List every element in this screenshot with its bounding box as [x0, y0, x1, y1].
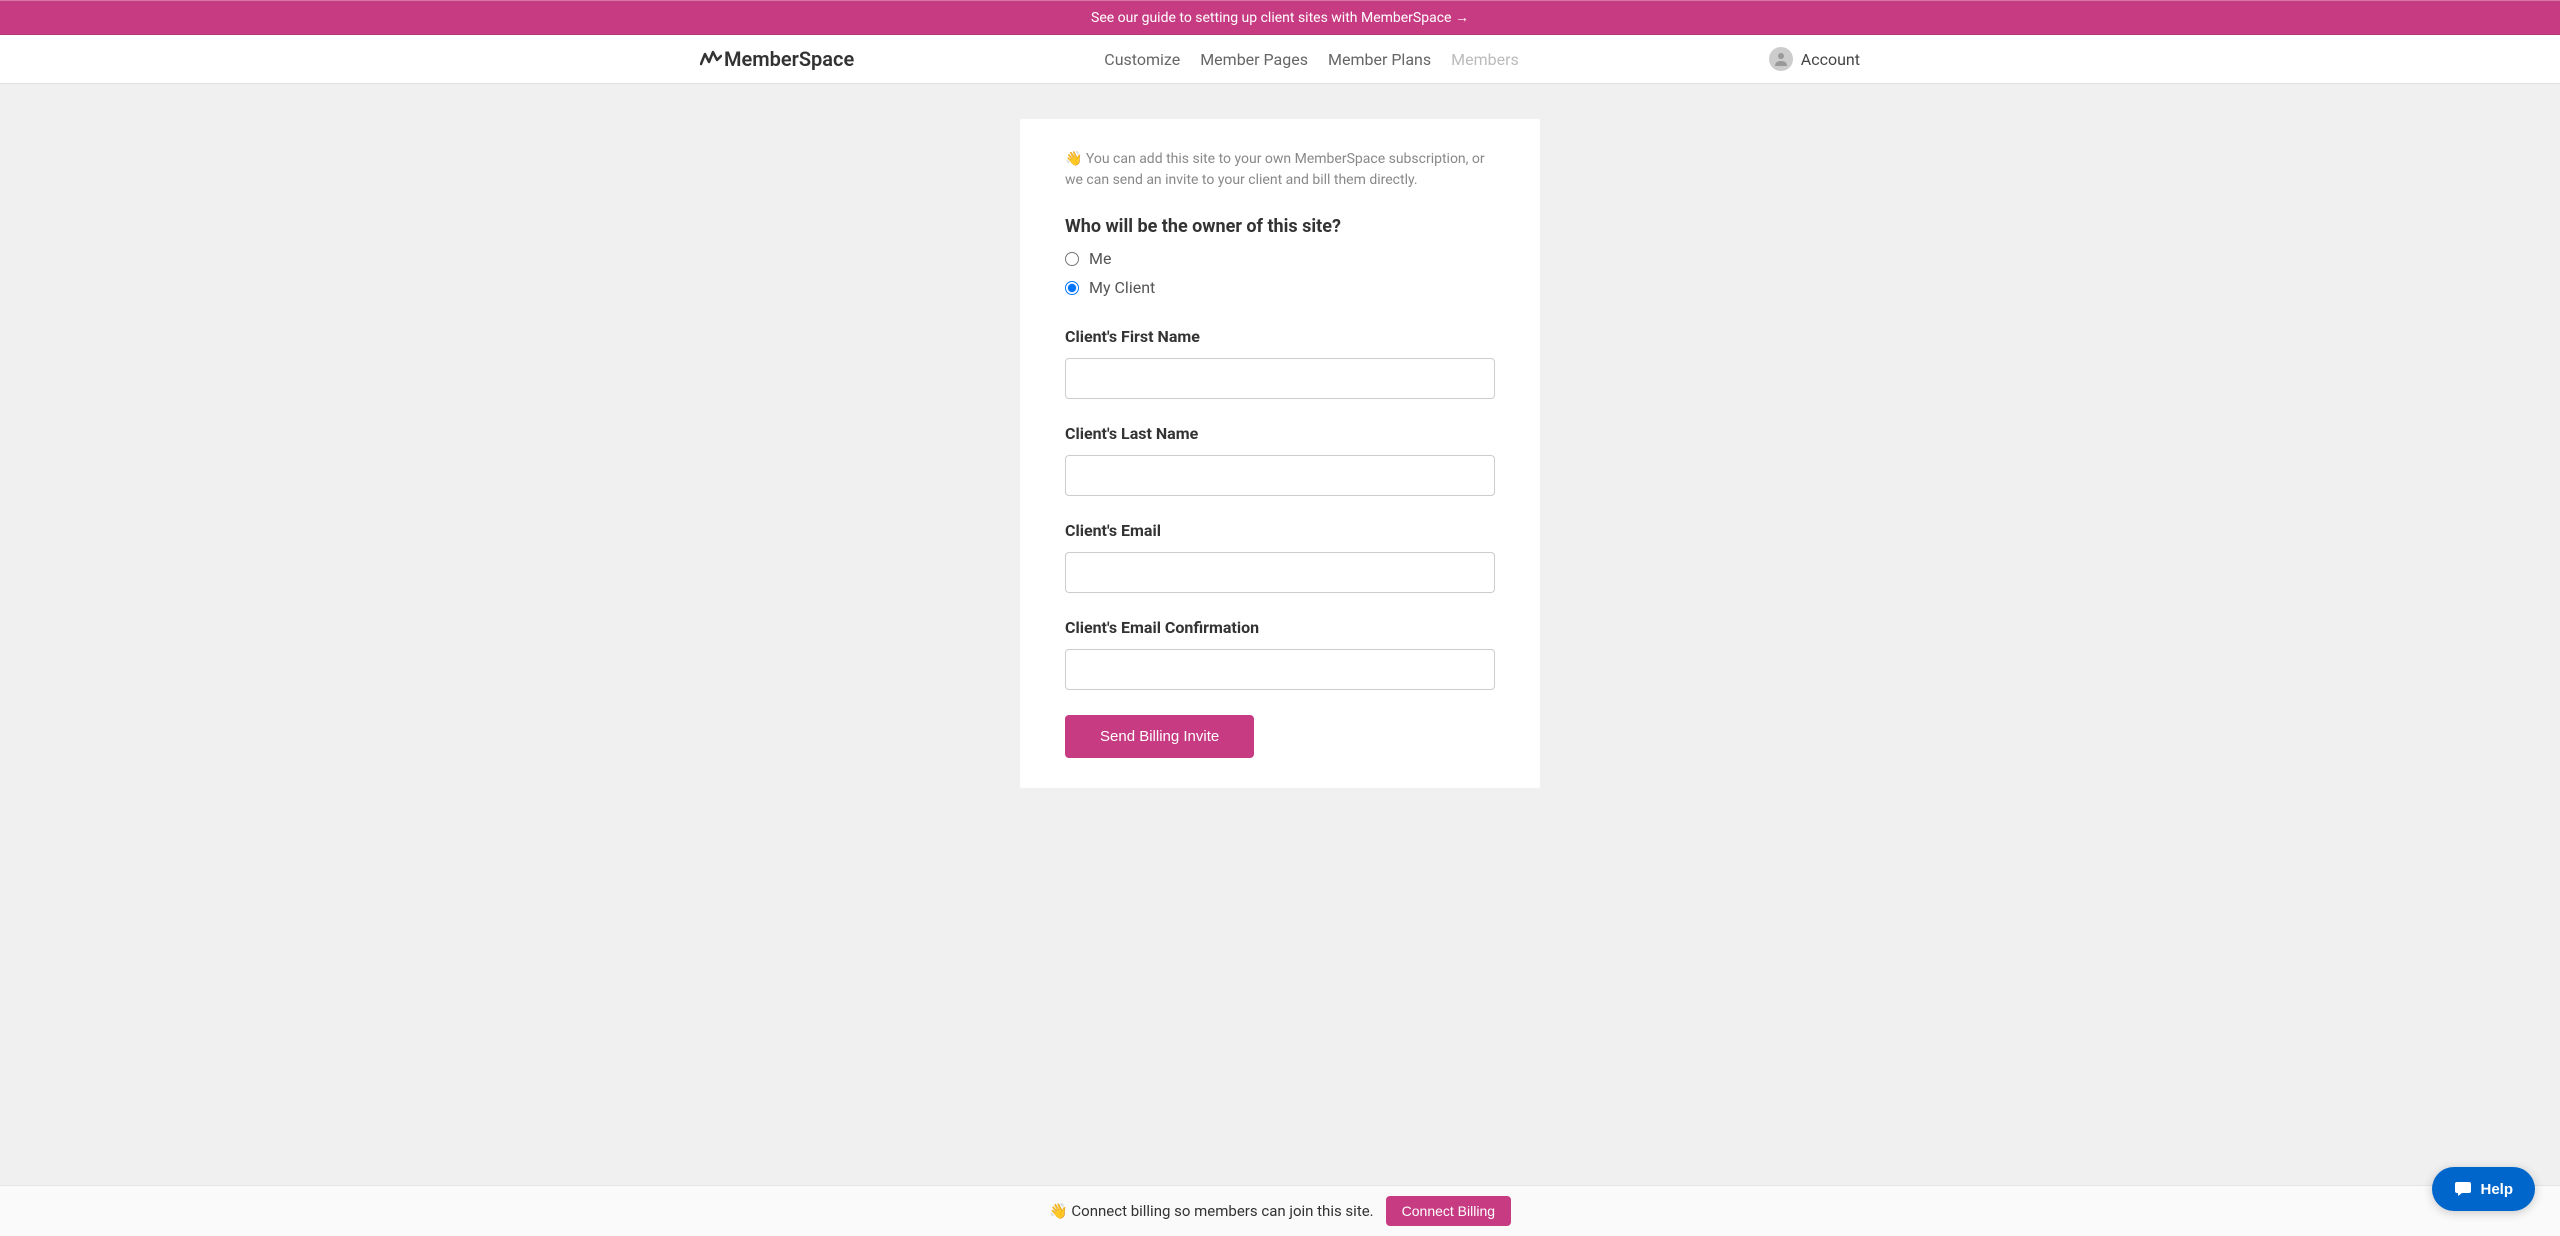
bottom-bar-text: 👋 Connect billing so members can join th… — [1049, 1202, 1374, 1220]
first-name-label: Client's First Name — [1065, 327, 1495, 346]
help-button[interactable]: Help — [2432, 1167, 2535, 1211]
form-card: 👋 You can add this site to your own Memb… — [1020, 119, 1540, 788]
nav-members[interactable]: Members — [1451, 50, 1519, 69]
banner-text: See our guide to setting up client sites… — [1091, 10, 1469, 26]
email-confirm-group: Client's Email Confirmation — [1065, 618, 1495, 690]
nav-member-pages[interactable]: Member Pages — [1200, 50, 1308, 69]
first-name-input[interactable] — [1065, 358, 1495, 399]
chat-icon — [2454, 1180, 2472, 1198]
intro-message: You can add this site to your own Member… — [1065, 151, 1485, 188]
last-name-group: Client's Last Name — [1065, 424, 1495, 496]
radio-option-me[interactable]: Me — [1065, 249, 1495, 268]
first-name-group: Client's First Name — [1065, 327, 1495, 399]
main-content: 👋 You can add this site to your own Memb… — [0, 84, 2560, 868]
send-invite-button[interactable]: Send Billing Invite — [1065, 715, 1254, 758]
last-name-label: Client's Last Name — [1065, 424, 1495, 443]
email-confirm-input[interactable] — [1065, 649, 1495, 690]
radio-me-label[interactable]: Me — [1089, 249, 1111, 268]
header: MemberSpace Customize Member Pages Membe… — [0, 35, 2560, 84]
radio-client-label[interactable]: My Client — [1089, 278, 1155, 297]
connect-billing-button[interactable]: Connect Billing — [1386, 1196, 1511, 1226]
radio-option-client[interactable]: My Client — [1065, 278, 1495, 297]
bottom-emoji: 👋 — [1049, 1202, 1068, 1220]
guide-banner[interactable]: See our guide to setting up client sites… — [0, 0, 2560, 35]
account-label: Account — [1801, 50, 1860, 69]
bottom-bar: 👋 Connect billing so members can join th… — [0, 1185, 2560, 1236]
email-confirm-label: Client's Email Confirmation — [1065, 618, 1495, 637]
intro-text: 👋 You can add this site to your own Memb… — [1065, 149, 1495, 191]
logo[interactable]: MemberSpace — [700, 47, 854, 71]
owner-question: Who will be the owner of this site? — [1065, 216, 1495, 237]
email-label: Client's Email — [1065, 521, 1495, 540]
help-label: Help — [2480, 1181, 2513, 1198]
wave-emoji: 👋 — [1065, 151, 1082, 167]
radio-me-input[interactable] — [1065, 252, 1079, 266]
bottom-message: Connect billing so members can join this… — [1068, 1202, 1374, 1220]
email-group: Client's Email — [1065, 521, 1495, 593]
logo-text: MemberSpace — [724, 47, 854, 71]
owner-radio-group: Me My Client — [1065, 249, 1495, 297]
nav-links: Customize Member Pages Member Plans Memb… — [1104, 50, 1518, 69]
last-name-input[interactable] — [1065, 455, 1495, 496]
account-menu[interactable]: Account — [1769, 47, 1860, 71]
avatar-icon — [1769, 47, 1793, 71]
email-input[interactable] — [1065, 552, 1495, 593]
nav-customize[interactable]: Customize — [1104, 50, 1180, 69]
radio-client-input[interactable] — [1065, 281, 1079, 295]
logo-icon — [700, 47, 722, 71]
nav-member-plans[interactable]: Member Plans — [1328, 50, 1431, 69]
